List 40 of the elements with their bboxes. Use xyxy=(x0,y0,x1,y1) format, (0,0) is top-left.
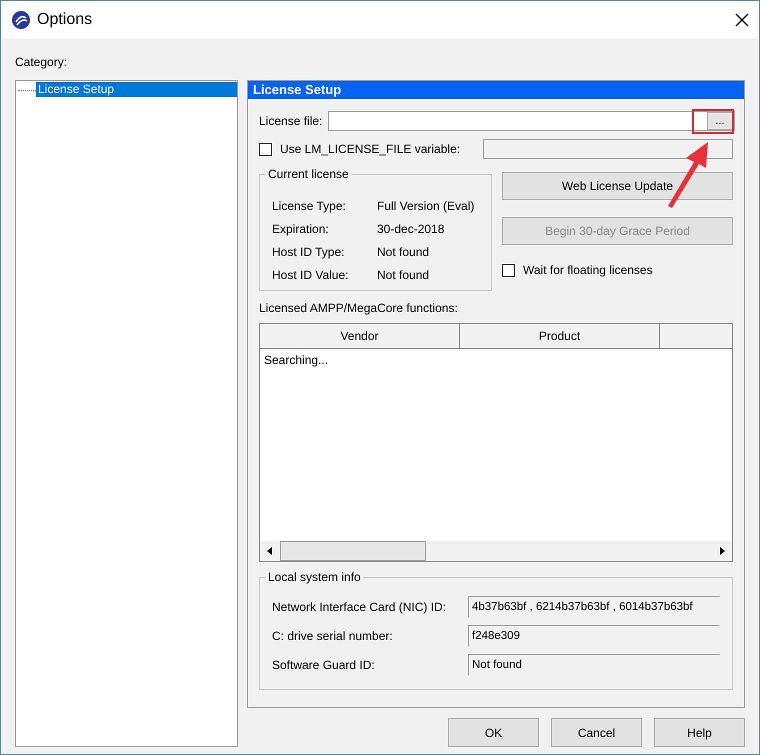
license-field-label: Host ID Type: xyxy=(272,244,346,261)
use-variable-label: Use LM_LICENSE_FILE variable: xyxy=(280,141,462,158)
license-field-value: Full Version (Eval) xyxy=(377,198,474,215)
column-header[interactable]: Product xyxy=(460,324,660,348)
checkbox[interactable] xyxy=(502,264,515,276)
close-icon[interactable] xyxy=(735,13,749,27)
license-field-value: Not found xyxy=(377,267,430,284)
info-label: Software Guard ID: xyxy=(272,656,376,674)
dialog-button[interactable]: OK xyxy=(448,718,539,747)
dialog-button[interactable]: Help xyxy=(654,718,745,747)
status-text: Searching... xyxy=(263,353,330,367)
column-header[interactable]: Vendor xyxy=(260,324,460,348)
info-field: f248e309 xyxy=(468,624,720,646)
window-title: Options xyxy=(37,10,92,30)
license-field-label: License Type: xyxy=(272,198,347,215)
info-field: 4b37b63bf , 6214b37b63bf , 6014b37b63bf xyxy=(468,596,720,618)
info-label: Network Interface Card (NIC) ID: xyxy=(272,598,448,616)
license-field-value: Not found xyxy=(377,244,430,261)
license-file-label: License file: xyxy=(259,113,322,130)
checkbox[interactable] xyxy=(259,142,272,156)
group-title: Local system info xyxy=(266,570,363,584)
action-button[interactable]: Web License Update xyxy=(502,172,733,200)
license-file-field[interactable] xyxy=(328,111,735,131)
group-title: Current license xyxy=(266,167,351,181)
license-field-label: Expiration: xyxy=(272,221,330,238)
functions-label: Licensed AMPP/MegaCore functions: xyxy=(259,300,459,316)
dialog-button[interactable]: Cancel xyxy=(551,718,642,747)
license-field-label: Host ID Value: xyxy=(272,267,350,284)
panel-header: License Setup xyxy=(248,81,744,99)
app-logo-icon xyxy=(11,10,31,30)
category-label: Category: xyxy=(15,55,68,69)
horizontal-scrollbar[interactable] xyxy=(260,541,732,561)
highlight-frame xyxy=(692,109,734,134)
wait-floating-label: Wait for floating licenses xyxy=(523,262,653,279)
scroll-thumb[interactable] xyxy=(280,541,426,561)
browse-button[interactable]: ... xyxy=(707,112,733,130)
info-label: C: drive serial number: xyxy=(272,628,394,644)
info-field: Not found xyxy=(468,654,720,676)
license-field-value: 30-dec-2018 xyxy=(377,221,444,238)
tree-item[interactable]: License Setup xyxy=(36,82,237,97)
